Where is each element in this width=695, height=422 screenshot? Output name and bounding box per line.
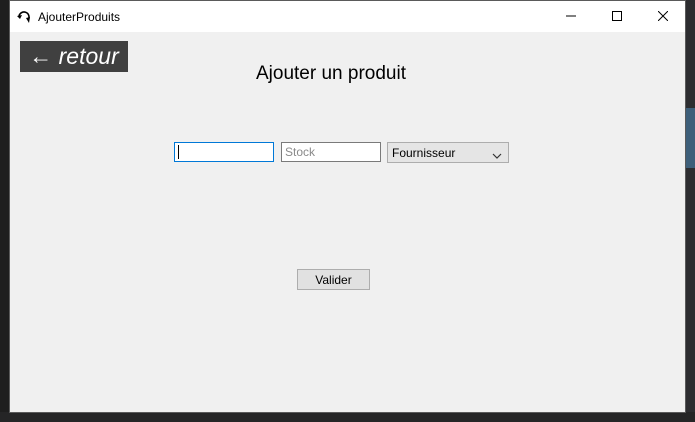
close-button[interactable] — [640, 1, 686, 32]
maximize-icon — [612, 8, 622, 26]
text-caret — [178, 145, 179, 159]
minimize-icon — [566, 8, 576, 26]
product-name-input[interactable] — [174, 142, 274, 162]
page-title: Ajouter un produit — [256, 63, 406, 84]
app-icon — [16, 8, 32, 24]
minimize-button[interactable] — [548, 1, 594, 32]
submit-button[interactable]: Valider — [297, 269, 370, 290]
supplier-select-value: Fournisseur — [392, 145, 456, 160]
supplier-select[interactable]: Fournisseur — [387, 142, 509, 163]
background-editor-left — [0, 0, 9, 422]
background-editor-bottom — [0, 412, 695, 422]
back-button[interactable]: ← retour — [20, 41, 128, 72]
close-icon — [657, 8, 669, 26]
title-bar: AjouterProduits — [10, 1, 685, 32]
chevron-down-icon — [492, 149, 502, 159]
window-title: AjouterProduits — [38, 10, 121, 24]
maximize-button[interactable] — [594, 1, 640, 32]
background-editor-right — [686, 0, 695, 422]
stock-input[interactable] — [281, 142, 381, 162]
app-window: AjouterProduits ← retour Ajouter un prod… — [9, 0, 686, 413]
